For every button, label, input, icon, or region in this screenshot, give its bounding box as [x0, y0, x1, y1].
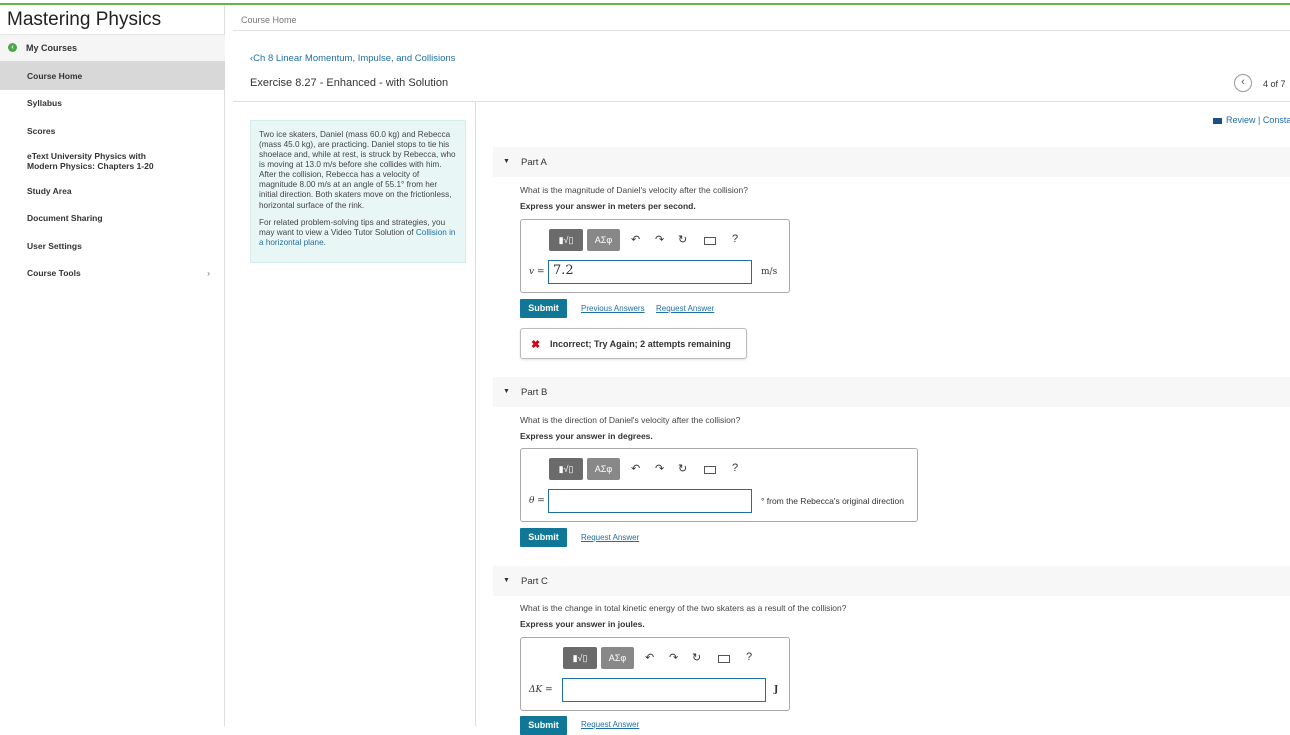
sidebar-item-course-tools[interactable]: Course Tools ›	[0, 268, 225, 278]
reset-icon[interactable]: ↻	[678, 233, 687, 246]
sidebar-item-label: Document Sharing	[27, 213, 103, 223]
part-a-answer-box: ▮√▯ ΑΣφ ↶ ↷ ↻ ? v = 7.2 m/s	[520, 219, 790, 293]
previous-item-button[interactable]: ‹	[1234, 74, 1252, 92]
redo-icon[interactable]: ↷	[655, 462, 664, 475]
sidebar-item-label: User Settings	[27, 241, 82, 251]
column-divider	[475, 101, 476, 726]
templates-button[interactable]: ▮√▯	[549, 229, 583, 251]
sidebar-item-label: Study Area	[27, 186, 72, 196]
sidebar-item-label: Scores	[27, 126, 56, 136]
redo-icon[interactable]: ↷	[669, 651, 678, 664]
reset-icon[interactable]: ↻	[692, 651, 701, 664]
redo-icon[interactable]: ↷	[655, 233, 664, 246]
help-icon[interactable]: ?	[732, 233, 738, 245]
keyboard-icon[interactable]	[704, 237, 716, 245]
back-arrow-icon: ‹	[8, 43, 17, 52]
undo-icon[interactable]: ↶	[631, 233, 640, 246]
part-a-question: What is the magnitude of Daniel's veloci…	[520, 185, 748, 195]
reset-icon[interactable]: ↻	[678, 462, 687, 475]
sidebar-item-label: Syllabus	[27, 98, 62, 108]
sidebar: Mastering Physics ‹ My Courses Course Ho…	[0, 5, 225, 726]
problem-text: Two ice skaters, Daniel (mass 60.0 kg) a…	[259, 130, 456, 210]
error-x-icon: ✖	[531, 339, 541, 351]
part-b-answer-box: ▮√▯ ΑΣφ ↶ ↷ ↻ ? θ = ° from the Rebecca's…	[520, 448, 918, 522]
chapter-link[interactable]: ‹Ch 8 Linear Momentum, Impulse, and Coll…	[250, 53, 455, 64]
part-b-express: Express your answer in degrees.	[520, 431, 653, 441]
book-icon	[1213, 117, 1222, 124]
feedback-text: Incorrect; Try Again; 2 attempts remaini…	[550, 339, 731, 349]
part-a-submit-button[interactable]: Submit	[520, 299, 567, 318]
part-c-unit: J	[774, 685, 779, 695]
part-b-header[interactable]: ▼ Part B	[493, 377, 1290, 407]
part-c-question: What is the change in total kinetic ener…	[520, 603, 847, 613]
header-divider	[233, 30, 1290, 31]
part-a-express: Express your answer in meters per second…	[520, 201, 696, 211]
sidebar-item-label: eText University Physics with	[27, 151, 146, 161]
part-a-variable-label: v =	[529, 267, 545, 277]
review-link-label: Review | Consta	[1226, 115, 1290, 125]
undo-icon[interactable]: ↶	[645, 651, 654, 664]
sidebar-item-syllabus[interactable]: Syllabus	[0, 98, 225, 108]
part-c-express: Express your answer in joules.	[520, 619, 645, 629]
my-courses-link[interactable]: ‹ My Courses	[0, 35, 225, 61]
review-constants-link[interactable]: Review | Consta	[1213, 115, 1290, 125]
sidebar-item-user-settings[interactable]: User Settings	[0, 241, 225, 251]
collapse-triangle-icon: ▼	[503, 388, 510, 395]
part-a-request-answer-link[interactable]: Request Answer	[656, 304, 714, 313]
tips-end: .	[323, 237, 326, 247]
sidebar-item-label: Course Tools	[27, 268, 81, 278]
chapter-link-label: Ch 8 Linear Momentum, Impulse, and Colli…	[253, 53, 456, 64]
help-icon[interactable]: ?	[746, 651, 752, 663]
content-divider	[233, 101, 1290, 102]
templates-button[interactable]: ▮√▯	[563, 647, 597, 669]
part-c-header[interactable]: ▼ Part C	[493, 566, 1290, 596]
part-a-unit: m/s	[761, 267, 778, 277]
sidebar-item-scores[interactable]: Scores	[0, 126, 225, 136]
part-a-title: Part A	[521, 157, 547, 168]
part-b-unit: ° from the Rebecca's original direction	[761, 496, 904, 506]
sidebar-item-label: Course Home	[27, 71, 83, 81]
part-b-question: What is the direction of Daniel's veloci…	[520, 415, 741, 425]
keyboard-icon[interactable]	[718, 655, 730, 663]
chevron-left-icon: ‹	[1241, 76, 1245, 88]
part-b-submit-button[interactable]: Submit	[520, 528, 567, 547]
collapse-triangle-icon: ▼	[503, 158, 510, 165]
page-title: Exercise 8.27 - Enhanced - with Solution	[250, 77, 449, 89]
part-a-answer-input[interactable]: 7.2	[548, 260, 752, 284]
part-c-answer-input[interactable]	[562, 678, 766, 702]
greek-letters-button[interactable]: ΑΣφ	[587, 229, 620, 251]
undo-icon[interactable]: ↶	[631, 462, 640, 475]
greek-letters-button[interactable]: ΑΣφ	[587, 458, 620, 480]
part-b-title: Part B	[521, 387, 548, 398]
brand-title: Mastering Physics	[0, 5, 224, 35]
previous-answers-link[interactable]: Previous Answers	[581, 304, 645, 313]
my-courses-label: My Courses	[26, 43, 78, 53]
part-c-answer-box: ▮√▯ ΑΣφ ↶ ↷ ↻ ? ΔK = J	[520, 637, 790, 711]
collapse-triangle-icon: ▼	[503, 577, 510, 584]
sidebar-item-study-area[interactable]: Study Area	[0, 186, 225, 196]
sidebar-item-label-line2: Modern Physics: Chapters 1-20	[27, 161, 154, 172]
part-b-variable-label: θ =	[529, 496, 545, 506]
breadcrumb[interactable]: Course Home	[241, 15, 297, 25]
part-b-answer-input[interactable]	[548, 489, 752, 513]
sidebar-item-document-sharing[interactable]: Document Sharing	[0, 213, 225, 223]
part-c-title: Part C	[521, 576, 548, 587]
part-b-request-answer-link[interactable]: Request Answer	[581, 533, 639, 542]
part-c-request-answer-link[interactable]: Request Answer	[581, 720, 639, 729]
chevron-right-icon: ›	[207, 268, 210, 278]
help-icon[interactable]: ?	[732, 462, 738, 474]
page-counter: 4 of 7	[1263, 79, 1286, 89]
part-c-variable-label: ΔK =	[529, 685, 553, 695]
problem-statement: Two ice skaters, Daniel (mass 60.0 kg) a…	[250, 120, 466, 263]
problem-tips: For related problem-solving tips and str…	[259, 218, 457, 248]
templates-button[interactable]: ▮√▯	[549, 458, 583, 480]
part-a-header[interactable]: ▼ Part A	[493, 147, 1290, 177]
keyboard-icon[interactable]	[704, 466, 716, 474]
sidebar-item-etext[interactable]: eText University Physics with Modern Phy…	[0, 151, 225, 171]
incorrect-feedback: ✖ Incorrect; Try Again; 2 attempts remai…	[520, 328, 747, 359]
greek-letters-button[interactable]: ΑΣφ	[601, 647, 634, 669]
sidebar-item-course-home[interactable]: Course Home	[0, 61, 225, 90]
